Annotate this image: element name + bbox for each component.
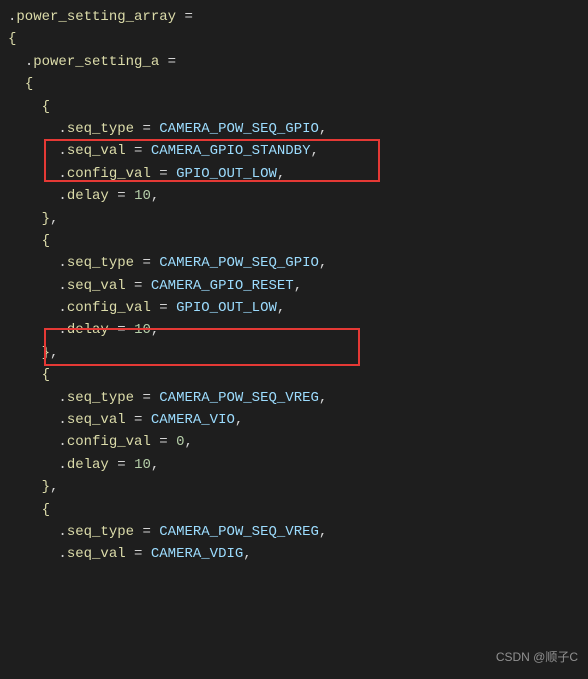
- code-line: },: [8, 476, 580, 498]
- code-line: .seq_val = CAMERA_GPIO_STANDBY,: [8, 140, 580, 162]
- code-line: },: [8, 208, 580, 230]
- code-line: .seq_val = CAMERA_GPIO_RESET,: [8, 275, 580, 297]
- code-line: .seq_type = CAMERA_POW_SEQ_GPIO,: [8, 118, 580, 140]
- code-line: .delay = 10,: [8, 319, 580, 341]
- code-line: .delay = 10,: [8, 185, 580, 207]
- code-line: {: [8, 28, 580, 50]
- code-block: .power_setting_array ={ .power_setting_a…: [0, 0, 588, 572]
- code-line: .config_val = GPIO_OUT_LOW,: [8, 297, 580, 319]
- code-line: {: [8, 230, 580, 252]
- code-line: .config_val = GPIO_OUT_LOW,: [8, 163, 580, 185]
- code-line: {: [8, 96, 580, 118]
- code-line: .config_val = 0,: [8, 431, 580, 453]
- code-line: .delay = 10,: [8, 454, 580, 476]
- watermark-text: CSDN @顺子C: [496, 648, 578, 667]
- code-line: {: [8, 73, 580, 95]
- code-line: .seq_type = CAMERA_POW_SEQ_GPIO,: [8, 252, 580, 274]
- code-line: {: [8, 499, 580, 521]
- code-line: .seq_type = CAMERA_POW_SEQ_VREG,: [8, 521, 580, 543]
- code-line: .seq_type = CAMERA_POW_SEQ_VREG,: [8, 387, 580, 409]
- code-line: },: [8, 342, 580, 364]
- code-line: .seq_val = CAMERA_VDIG,: [8, 543, 580, 565]
- code-line: {: [8, 364, 580, 386]
- code-line: .power_setting_a =: [8, 51, 580, 73]
- code-line: .seq_val = CAMERA_VIO,: [8, 409, 580, 431]
- code-line: .power_setting_array =: [8, 6, 580, 28]
